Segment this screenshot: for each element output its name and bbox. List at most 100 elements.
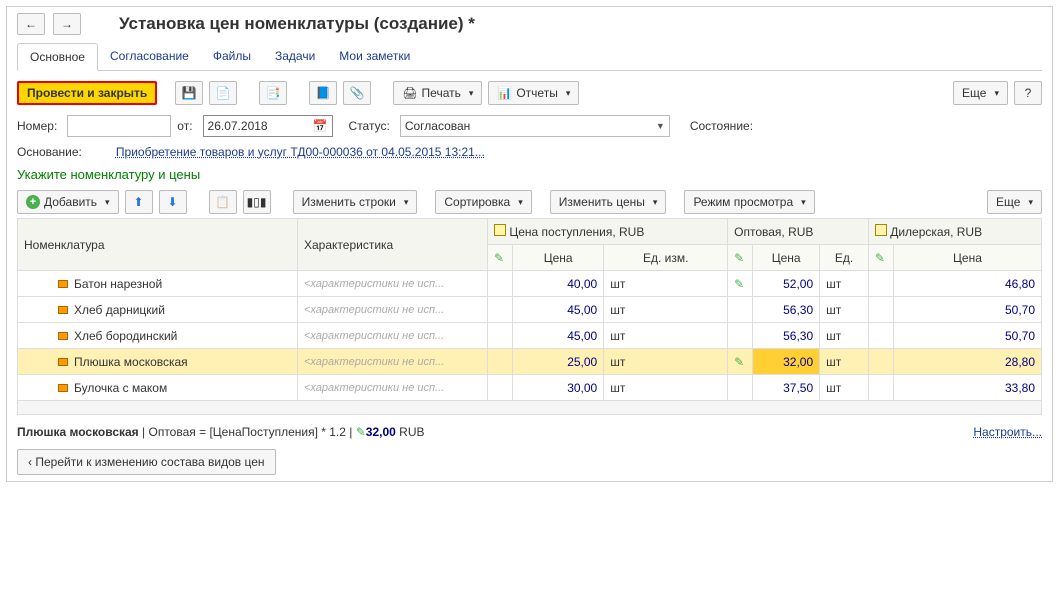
cell-unit-1[interactable]: шт — [604, 271, 728, 297]
copy-icon: 📑 — [266, 86, 281, 100]
table-row[interactable]: Плюшка московская<характеристики не исп.… — [18, 349, 1042, 375]
tab-notes[interactable]: Мои заметки — [327, 43, 422, 70]
basis-link[interactable]: Приобретение товаров и услуг ТД00-000036… — [116, 145, 485, 159]
cell-characteristic[interactable]: <характеристики не исп... — [298, 323, 488, 349]
col-group-2[interactable]: Оптовая, RUB — [728, 219, 869, 245]
cell-name[interactable]: Батон нарезной — [18, 271, 298, 297]
col-price-1[interactable]: Цена — [513, 245, 604, 271]
cell-unit-1[interactable]: шт — [604, 375, 728, 401]
col-unit-2[interactable]: Ед. — [820, 245, 869, 271]
footer-item: Плюшка московская — [17, 425, 139, 439]
cell-unit-2[interactable]: шт — [820, 271, 869, 297]
help-button[interactable]: ? — [1014, 81, 1042, 105]
cell-price-2[interactable]: 56,30 — [753, 297, 820, 323]
reports-button[interactable]: 📊Отчеты — [488, 81, 579, 105]
cell-characteristic[interactable]: <характеристики не исп... — [298, 297, 488, 323]
add-button[interactable]: +Добавить — [17, 190, 119, 214]
chevron-down-icon: ▼ — [656, 121, 665, 131]
item-icon — [58, 280, 68, 288]
horizontal-scrollbar[interactable] — [17, 401, 1042, 415]
col-characteristic[interactable]: Характеристика — [298, 219, 488, 271]
table-row[interactable]: Булочка с маком<характеристики не исп...… — [18, 375, 1042, 401]
cell-unit-1[interactable]: шт — [604, 323, 728, 349]
cell-price-1[interactable]: 40,00 — [513, 271, 604, 297]
col-nomenclature[interactable]: Номенклатура — [18, 219, 298, 271]
tab-approval[interactable]: Согласование — [98, 43, 201, 70]
cell-price-3[interactable]: 28,80 — [893, 349, 1041, 375]
col-price-3[interactable]: Цена — [893, 245, 1041, 271]
cell-name[interactable]: Булочка с маком — [18, 375, 298, 401]
status-select[interactable]: Согласован ▼ — [400, 115, 670, 137]
back-button[interactable]: ← — [17, 13, 45, 35]
col-pen-1: ✎ — [488, 245, 513, 271]
tab-tasks[interactable]: Задачи — [263, 43, 327, 70]
barcode-button[interactable]: ▮▯▮ — [243, 190, 271, 214]
move-up-button[interactable]: ⬆ — [125, 190, 153, 214]
copy-button[interactable]: 📑 — [259, 81, 287, 105]
change-price-types-button[interactable]: ‹ Перейти к изменению состава видов цен — [17, 449, 276, 475]
cell-unit-1[interactable]: шт — [604, 297, 728, 323]
cell-price-2[interactable]: 32,00 — [753, 349, 820, 375]
cell-pen-2: ✎ — [728, 271, 753, 297]
cell-characteristic[interactable]: <характеристики не исп... — [298, 375, 488, 401]
post-button[interactable]: 📄 — [209, 81, 237, 105]
cell-unit-2[interactable]: шт — [820, 349, 869, 375]
table-row[interactable]: Хлеб дарницкий<характеристики не исп... 4… — [18, 297, 1042, 323]
col-price-2[interactable]: Цена — [753, 245, 820, 271]
cell-unit-2[interactable]: шт — [820, 323, 869, 349]
table-row[interactable]: Хлеб бородинский<характеристики не исп..… — [18, 323, 1042, 349]
cell-price-3[interactable]: 50,70 — [893, 323, 1041, 349]
cell-price-1[interactable]: 30,00 — [513, 375, 604, 401]
col-unit-1[interactable]: Ед. изм. — [604, 245, 728, 271]
cell-characteristic[interactable]: <характеристики не исп... — [298, 271, 488, 297]
cell-price-3[interactable]: 50,70 — [893, 297, 1041, 323]
grid-more-button[interactable]: Еще — [987, 190, 1042, 214]
move-down-button[interactable]: ⬇ — [159, 190, 187, 214]
cell-name[interactable]: Хлеб бородинский — [18, 323, 298, 349]
cell-price-1[interactable]: 45,00 — [513, 323, 604, 349]
col-group-1[interactable]: Цена поступления, RUB — [488, 219, 728, 245]
cell-characteristic[interactable]: <характеристики не исп... — [298, 349, 488, 375]
item-icon — [58, 384, 68, 392]
settings-link[interactable]: Настроить... — [973, 425, 1042, 439]
price-grid[interactable]: Номенклатура Характеристика Цена поступл… — [17, 218, 1042, 401]
print-button[interactable]: 🖨Печать — [393, 81, 482, 105]
cell-price-2[interactable]: 52,00 — [753, 271, 820, 297]
more-button[interactable]: Еще — [953, 81, 1008, 105]
doc-button[interactable]: 📘 — [309, 81, 337, 105]
pencil-icon: ✎ — [875, 251, 885, 265]
page-title: Установка цен номенклатуры (создание) * — [119, 14, 475, 34]
print-icon: 🖨 — [402, 86, 417, 100]
forward-button[interactable]: → — [53, 13, 81, 35]
pencil-icon: ✎ — [734, 251, 744, 265]
cell-name[interactable]: Хлеб дарницкий — [18, 297, 298, 323]
sort-button[interactable]: Сортировка — [435, 190, 531, 214]
cell-unit-1[interactable]: шт — [604, 349, 728, 375]
date-input[interactable]: 26.07.2018 📅 — [203, 115, 333, 137]
save-button[interactable]: 💾 — [175, 81, 203, 105]
view-mode-button[interactable]: Режим просмотра — [684, 190, 814, 214]
cell-pen-2: ✎ — [728, 349, 753, 375]
cell-price-1[interactable]: 25,00 — [513, 349, 604, 375]
tab-files[interactable]: Файлы — [201, 43, 263, 70]
cell-unit-2[interactable]: шт — [820, 375, 869, 401]
calendar-icon[interactable]: 📅 — [313, 119, 328, 133]
cell-price-1[interactable]: 45,00 — [513, 297, 604, 323]
cell-pen-3 — [868, 349, 893, 375]
cell-price-3[interactable]: 46,80 — [893, 271, 1041, 297]
cell-price-2[interactable]: 56,30 — [753, 323, 820, 349]
table-row[interactable]: Батон нарезной<характеристики не исп... 4… — [18, 271, 1042, 297]
cell-unit-2[interactable]: шт — [820, 297, 869, 323]
cell-price-2[interactable]: 37,50 — [753, 375, 820, 401]
number-input[interactable] — [67, 115, 171, 137]
attach-button[interactable]: 📎 — [343, 81, 371, 105]
change-prices-button[interactable]: Изменить цены — [550, 190, 667, 214]
post-and-close-button[interactable]: Провести и закрыть — [17, 81, 157, 105]
cell-price-3[interactable]: 33,80 — [893, 375, 1041, 401]
col-group-3[interactable]: Дилерская, RUB — [868, 219, 1041, 245]
paste-button[interactable]: 📋 — [209, 190, 237, 214]
cell-pen-3 — [868, 375, 893, 401]
change-rows-button[interactable]: Изменить строки — [293, 190, 418, 214]
cell-name[interactable]: Плюшка московская — [18, 349, 298, 375]
tab-main[interactable]: Основное — [17, 43, 98, 71]
